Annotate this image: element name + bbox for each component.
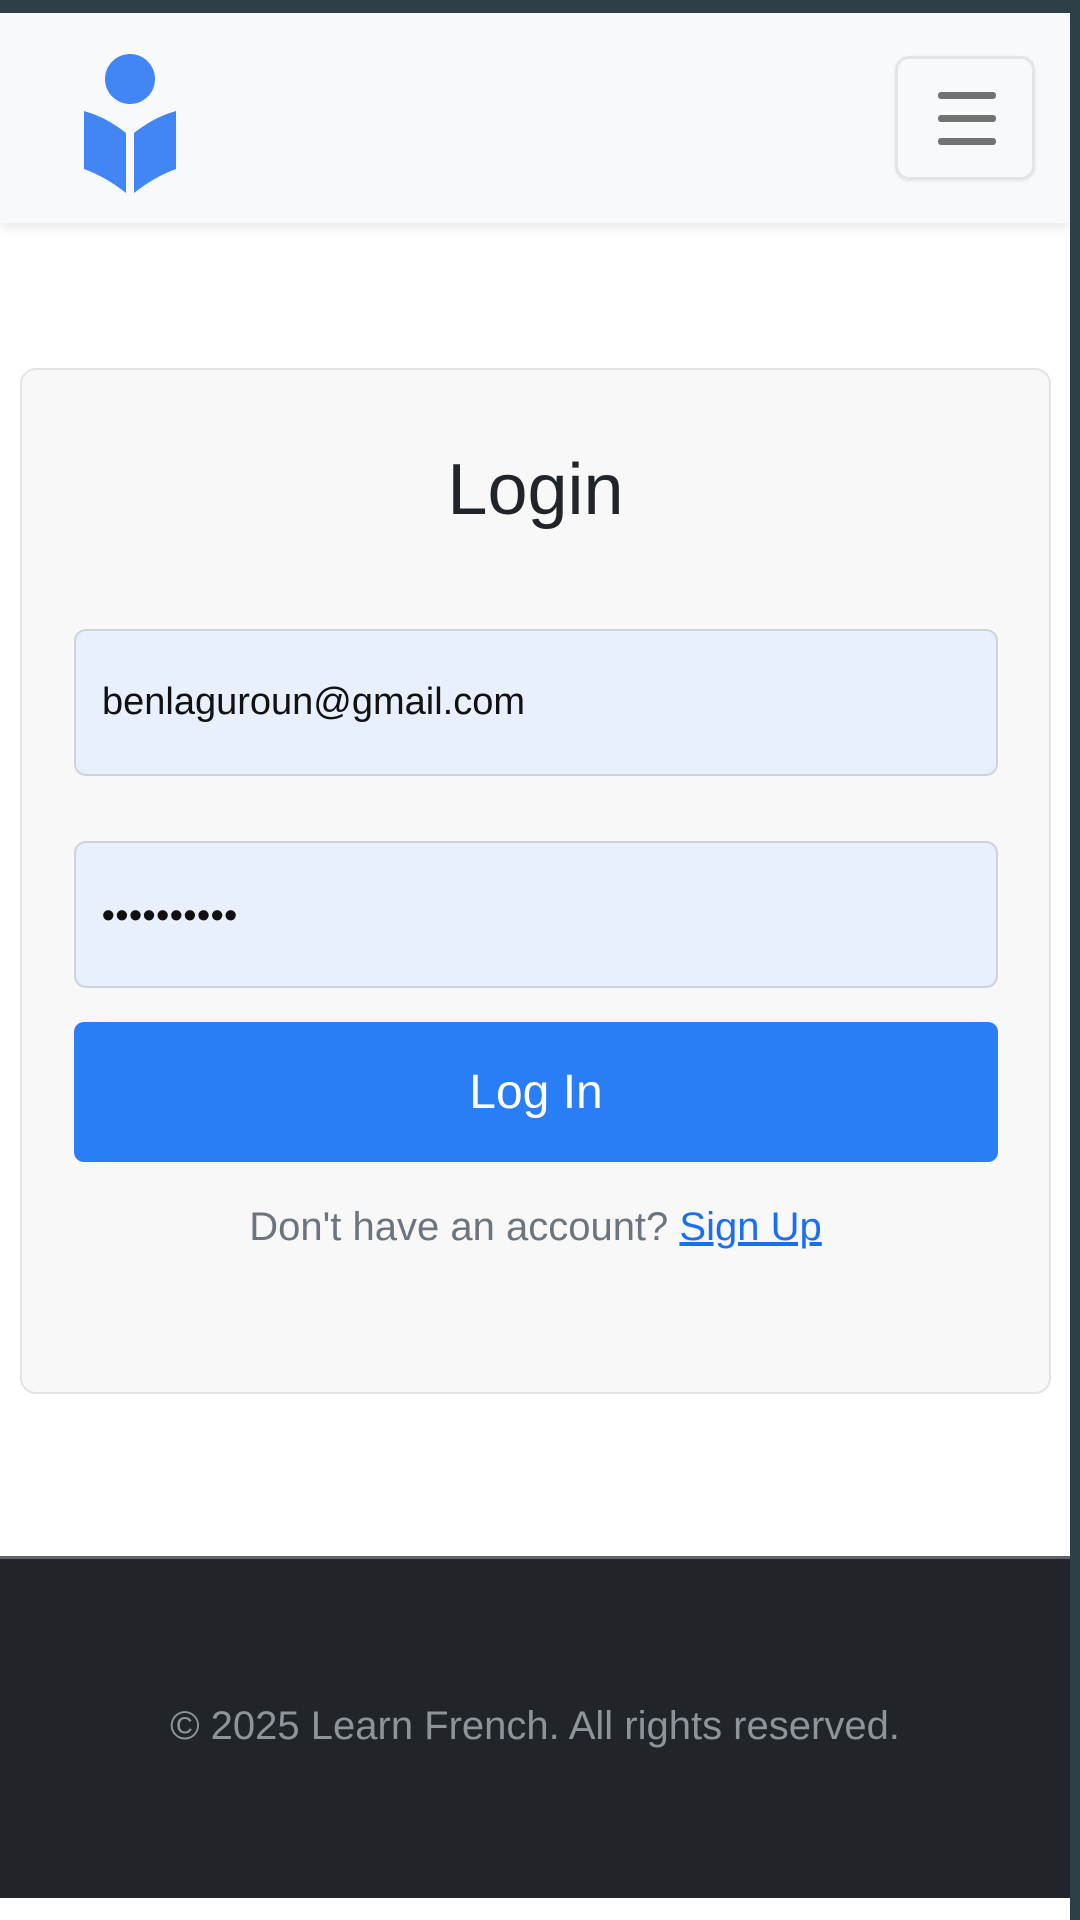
menu-bar — [938, 115, 996, 122]
password-input[interactable] — [74, 841, 998, 988]
signup-prompt-text: Don't have an account? — [249, 1205, 669, 1249]
signup-prompt: Don't have an account? Sign Up — [22, 1205, 1049, 1250]
window-frame-right — [1070, 0, 1080, 1920]
menu-bar — [938, 92, 996, 99]
window-frame-top — [0, 0, 1080, 13]
menu-bar — [938, 138, 996, 145]
menu-toggle-button[interactable] — [895, 56, 1035, 180]
signup-link[interactable]: Sign Up — [679, 1205, 821, 1249]
footer-copyright: © 2025 Learn French. All rights reserved… — [170, 1704, 900, 1748]
window-frame-bottom — [0, 1898, 1080, 1920]
book-reader-icon — [84, 54, 176, 193]
email-input[interactable] — [74, 629, 998, 776]
footer: © 2025 Learn French. All rights reserved… — [0, 1556, 1070, 1898]
login-title: Login — [447, 450, 624, 530]
login-button[interactable]: Log In — [74, 1022, 998, 1162]
navbar — [0, 13, 1070, 223]
logo-link[interactable] — [80, 53, 180, 198]
login-card: Login Log In Don't have an account? Sign… — [20, 368, 1051, 1394]
